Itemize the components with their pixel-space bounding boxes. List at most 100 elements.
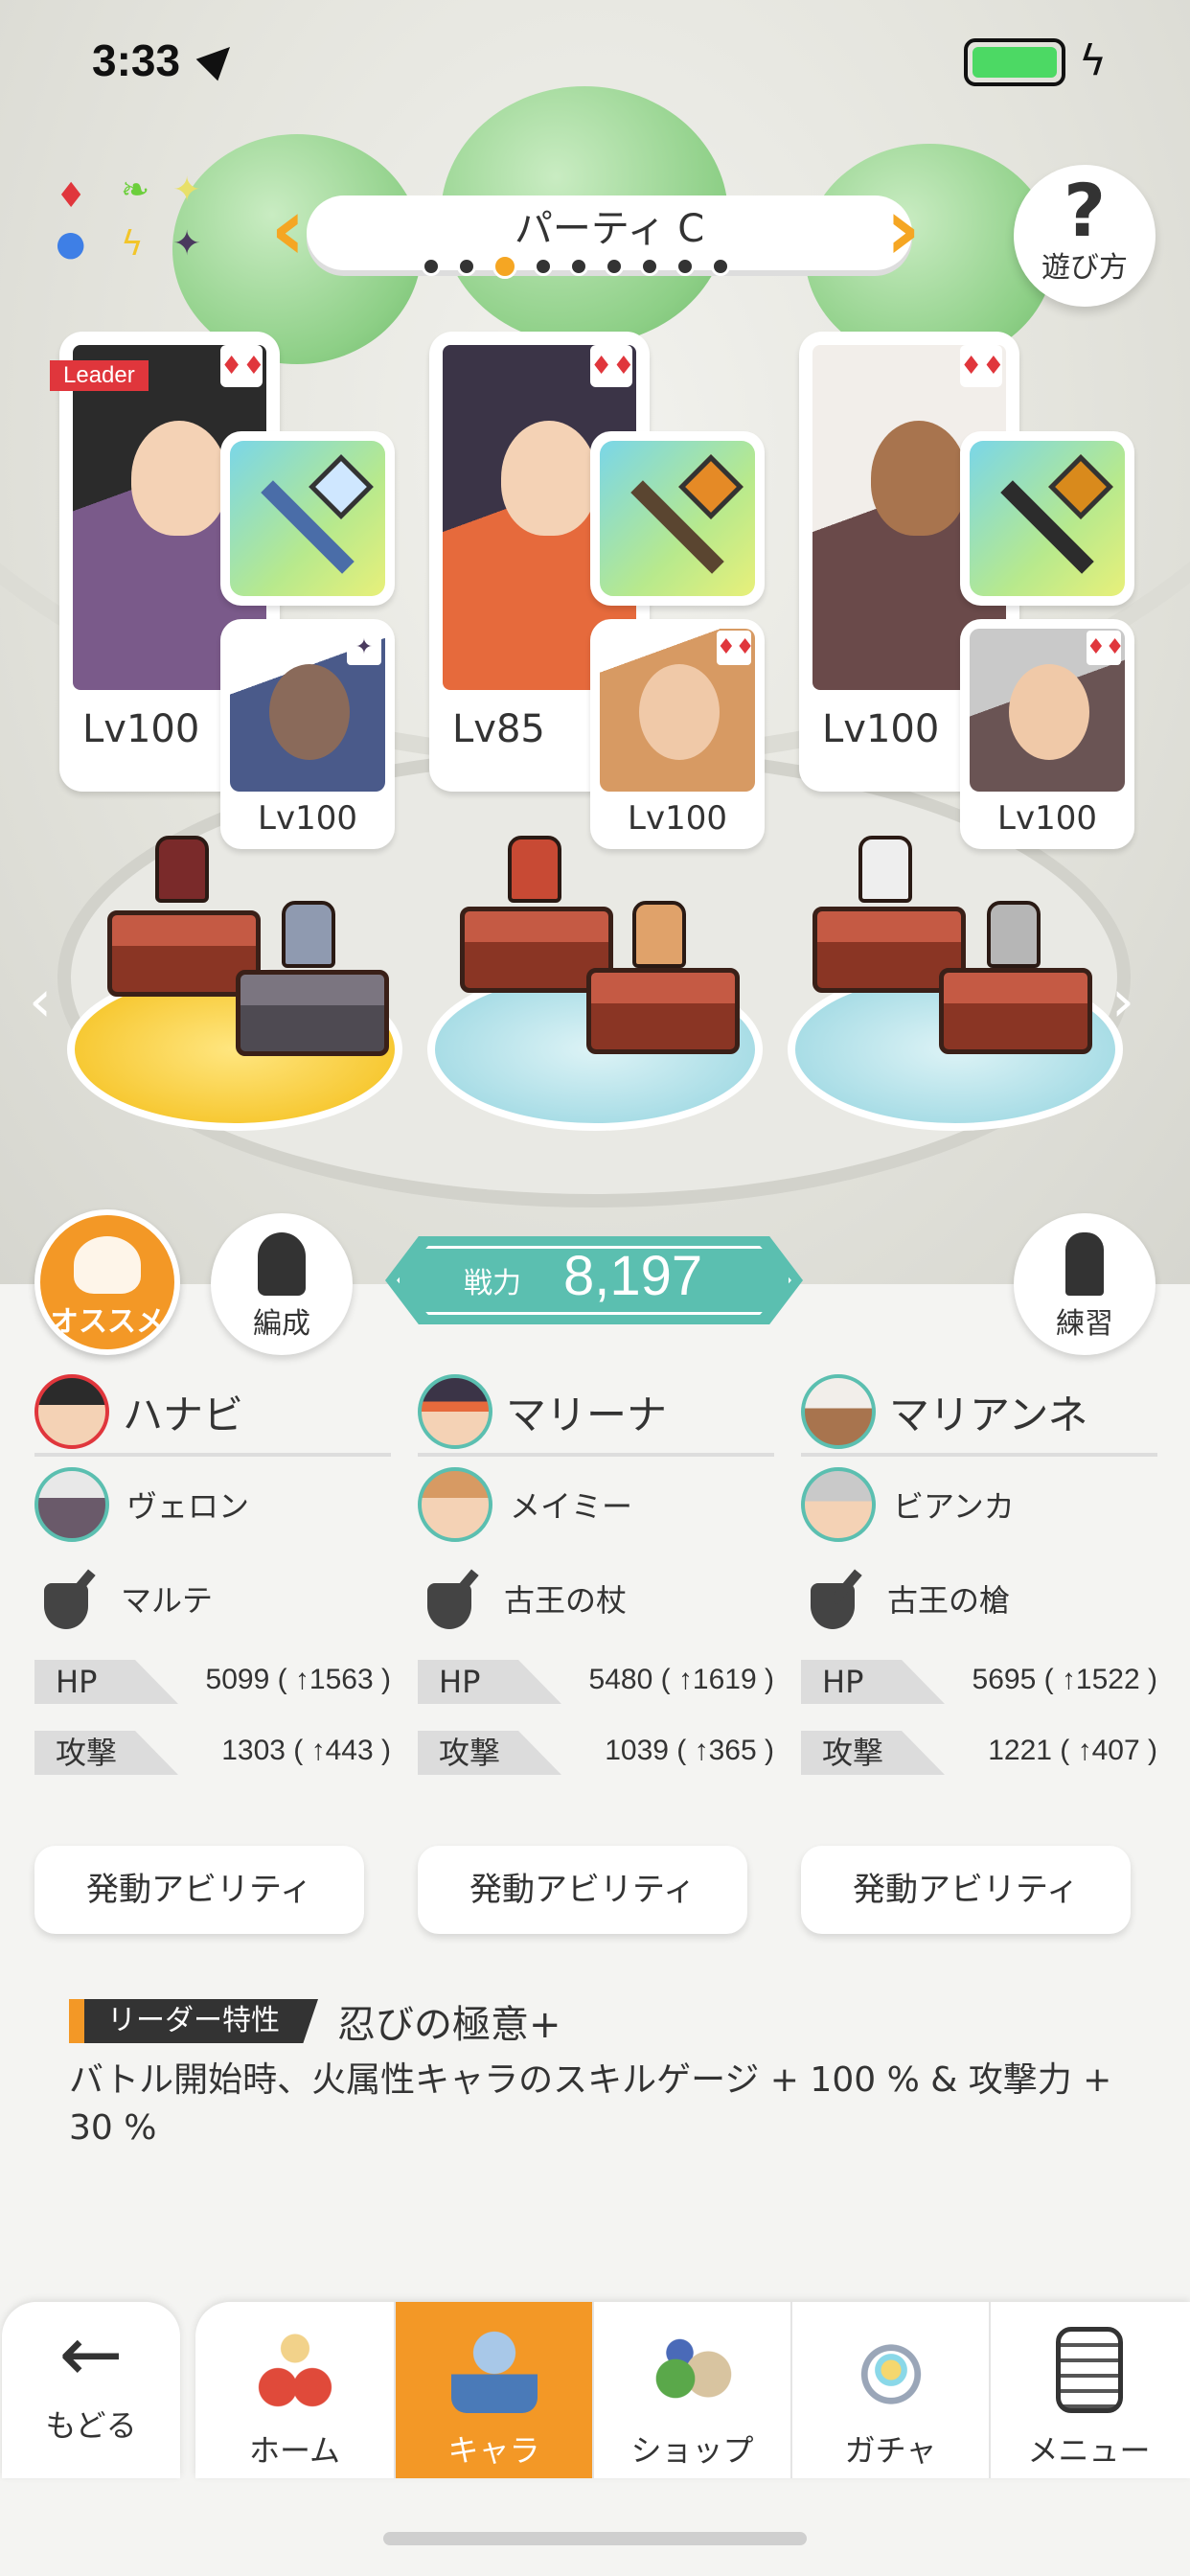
party-page-dot[interactable] [492, 254, 517, 279]
party-slot-1[interactable]: Lv100 ♦♦ Leader Lv100 ✦ [50, 332, 404, 849]
party-page-dot[interactable] [640, 257, 659, 276]
diamond-suit-icon: ♦♦ [220, 345, 265, 387]
recommend-icon [74, 1236, 141, 1294]
character-name: マリアンネ [889, 1391, 1088, 1438]
ability-button-3[interactable]: 発動アビリティ [801, 1846, 1131, 1934]
sprite-block [939, 968, 1092, 1054]
thunder-element-icon: ϟ [121, 224, 144, 264]
practice-button[interactable]: 練習 [1014, 1213, 1156, 1355]
sub-character-row[interactable]: ビアンカ [801, 1457, 1157, 1552]
character-sprite[interactable] [508, 836, 561, 903]
weapon-row[interactable]: 古王の杖 [418, 1552, 774, 1644]
tab-home[interactable]: ホーム [195, 2302, 394, 2478]
character-name-row[interactable]: マリーナ [418, 1370, 774, 1457]
weapon-icon [801, 1564, 870, 1633]
character-sprite[interactable] [632, 901, 686, 968]
prev-party-button[interactable]: ‹ [270, 187, 309, 273]
attack-value: 1221 ( ↑407 ) [988, 1735, 1157, 1766]
next-party-button[interactable]: › [885, 187, 924, 273]
weapon-icon [34, 1564, 103, 1633]
scarecrow-icon [1065, 1232, 1104, 1296]
attack-label: 攻撃 [801, 1731, 945, 1775]
fire-element-icon: ♦ [56, 176, 87, 216]
tab-menu-label: メニュー [1027, 2432, 1151, 2469]
hp-value: 5480 ( ↑1619 ) [588, 1664, 774, 1695]
weapon-row[interactable]: マルテ [34, 1552, 391, 1644]
hp-label: HP [34, 1660, 178, 1704]
dark-element-icon: ✦ [172, 224, 202, 264]
practice-label: 練習 [1056, 1307, 1113, 1341]
back-arrow-icon: ← [58, 2310, 124, 2399]
back-button[interactable]: ← もどる [2, 2302, 180, 2478]
sprite-block [586, 968, 740, 1054]
party-page-dot[interactable] [711, 257, 730, 276]
character-icon [450, 2327, 538, 2413]
character-name-row[interactable]: マリアンネ [801, 1370, 1157, 1457]
party-page-dot[interactable] [569, 257, 588, 276]
attack-value: 1039 ( ↑365 ) [605, 1735, 774, 1766]
tab-menu[interactable]: メニュー [989, 2302, 1187, 2478]
character-avatar [801, 1374, 876, 1449]
sub-character-name: メイミー [510, 1488, 633, 1525]
leader-tag: Leader [50, 360, 149, 391]
sub-character-name: ビアンカ [893, 1488, 1015, 1525]
party-page-dot[interactable] [534, 257, 553, 276]
hp-row: HP 5480 ( ↑1619 ) [418, 1644, 774, 1715]
weapon-card[interactable] [960, 431, 1134, 606]
tab-gacha[interactable]: ガチャ [790, 2302, 989, 2478]
character-sprite[interactable] [155, 836, 209, 903]
weapon-card[interactable] [220, 431, 395, 606]
tab-shop-label: ショップ [630, 2432, 754, 2469]
character-sprite[interactable] [282, 901, 335, 968]
home-icon [251, 2327, 338, 2413]
staff-weapon-icon [600, 441, 755, 596]
sub-character-row[interactable]: メイミー [418, 1457, 774, 1552]
weapon-card[interactable] [590, 431, 765, 606]
tab-character[interactable]: キャラ [394, 2302, 592, 2478]
sub-character-avatar [801, 1467, 876, 1542]
party-page-dot[interactable] [605, 257, 624, 276]
ability-button-2[interactable]: 発動アビリティ [418, 1846, 747, 1934]
party-page-dot[interactable] [422, 257, 441, 276]
tab-shop[interactable]: ショップ [592, 2302, 790, 2478]
dark-suit-icon: ✦ [347, 631, 381, 665]
party-slot-3[interactable]: Lv100 ♦♦ Lv100 ♦♦ [799, 332, 1144, 849]
scroll-right-icon[interactable]: › [1111, 968, 1134, 1035]
ability-button-1[interactable]: 発動アビリティ [34, 1846, 364, 1934]
formation-gear-icon [258, 1232, 306, 1296]
attack-row: 攻撃 1221 ( ↑407 ) [801, 1715, 1157, 1786]
charging-bolt-icon: ϟ [1079, 36, 1108, 85]
party-page-dot[interactable] [457, 257, 476, 276]
scroll-left-icon[interactable]: ‹ [29, 968, 52, 1035]
sub-level: Lv100 [997, 799, 1097, 838]
help-button[interactable]: ? 遊び方 [1014, 165, 1156, 307]
recommend-button[interactable]: オススメ [34, 1209, 180, 1355]
character-sprite[interactable] [987, 901, 1041, 968]
spear-weapon-icon [230, 441, 385, 596]
character-sprite[interactable] [858, 836, 912, 903]
hp-row: HP 5695 ( ↑1522 ) [801, 1644, 1157, 1715]
sub-character-card[interactable]: Lv100 ✦ [220, 619, 395, 849]
element-affinity-wheel[interactable]: ♦ ❧ ✦ ● ϟ ✦ [54, 171, 217, 272]
sub-character-card[interactable]: Lv100 ♦♦ [960, 619, 1134, 849]
tab-gacha-label: ガチャ [844, 2432, 937, 2469]
attack-value: 1303 ( ↑443 ) [221, 1735, 391, 1766]
diamond-suit-icon: ♦♦ [717, 631, 754, 665]
character-name-row[interactable]: ハナビ [34, 1370, 391, 1457]
diamond-suit-icon: ♦♦ [590, 345, 635, 387]
formation-button[interactable]: 編成 [211, 1213, 353, 1355]
weapon-name: マルテ [121, 1582, 214, 1619]
party-page-dot[interactable] [675, 257, 695, 276]
sub-character-card[interactable]: Lv100 ♦♦ [590, 619, 765, 849]
hp-value: 5695 ( ↑1522 ) [972, 1664, 1157, 1695]
help-label: 遊び方 [1041, 251, 1128, 285]
battle-power-label: 戦力 [464, 1267, 521, 1300]
hp-label: HP [418, 1660, 561, 1704]
sprite-block [236, 970, 389, 1056]
weapon-name: 古王の杖 [504, 1582, 628, 1619]
party-slot-2[interactable]: Lv85 ♦♦ Lv100 ♦♦ [429, 332, 774, 849]
attack-label: 攻撃 [418, 1731, 561, 1775]
party-page-dots[interactable] [422, 254, 730, 279]
weapon-row[interactable]: 古王の槍 [801, 1552, 1157, 1644]
sub-character-row[interactable]: ヴェロン [34, 1457, 391, 1552]
